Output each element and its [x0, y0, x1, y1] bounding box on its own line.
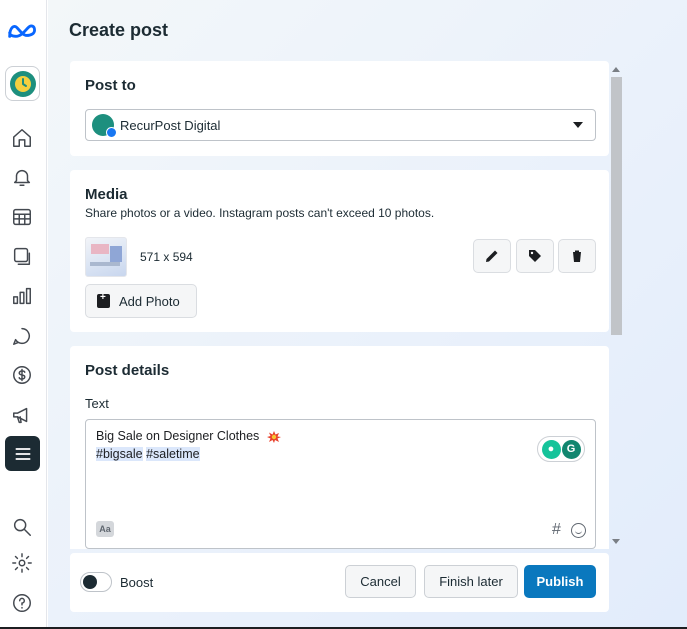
dollar-icon[interactable] [9, 362, 35, 388]
post-actions-footer: Boost Cancel Finish later Publish [70, 553, 609, 612]
grammarly-icon[interactable]: G [561, 439, 581, 459]
media-heading: Media [85, 186, 128, 203]
collision-emoji-icon [266, 430, 281, 443]
post-details-section: Post details Text Big Sale on Designer C… [70, 346, 609, 549]
lightbulb-icon[interactable]: ● [541, 439, 561, 459]
emoji-icon[interactable] [571, 523, 586, 538]
scroll-up-arrow-icon[interactable] [612, 67, 620, 72]
create-post-form[interactable]: Post to RecurPost Digital Media Share ph… [70, 61, 609, 549]
menu-icon [15, 447, 30, 460]
text-format-button[interactable]: Aa [96, 521, 114, 537]
bar-chart-icon[interactable] [9, 283, 35, 309]
add-photo-icon [97, 292, 110, 308]
gear-icon[interactable] [9, 550, 35, 576]
account-avatar-icon [92, 114, 117, 138]
media-thumbnail[interactable] [85, 237, 127, 277]
post-details-heading: Post details [85, 362, 170, 379]
add-photo-label: Add Photo [119, 293, 180, 309]
account-avatar[interactable] [5, 66, 40, 101]
meta-logo-icon[interactable] [7, 18, 39, 44]
post-to-section: Post to RecurPost Digital [70, 61, 609, 156]
add-photo-button[interactable]: Add Photo [85, 284, 197, 318]
chevron-down-icon [573, 122, 583, 128]
delete-media-button[interactable] [558, 239, 596, 273]
trash-icon [572, 250, 582, 262]
edit-media-button[interactable] [473, 239, 511, 273]
megaphone-icon[interactable] [9, 402, 35, 428]
form-scrollbar[interactable] [609, 64, 623, 550]
search-icon[interactable] [9, 514, 35, 540]
account-avatar-icon [9, 70, 36, 97]
media-section: Media Share photos or a video. Instagram… [70, 170, 609, 332]
hashtag: #bigsale [96, 447, 143, 461]
help-icon[interactable] [9, 590, 35, 616]
account-select[interactable]: RecurPost Digital [85, 109, 596, 141]
tag-media-button[interactable] [516, 239, 554, 273]
tag-icon [529, 250, 541, 262]
image-dimensions: 571 x 594 [140, 250, 193, 264]
left-navigation-rail [0, 0, 47, 629]
scroll-down-arrow-icon[interactable] [612, 539, 620, 544]
cancel-button[interactable]: Cancel [345, 565, 416, 598]
post-to-heading: Post to [85, 77, 136, 94]
chat-icon[interactable] [9, 323, 35, 349]
hashtag-button[interactable]: # [552, 521, 561, 539]
publish-button[interactable]: Publish [524, 565, 596, 598]
post-text-line-2: #bigsale #saletime [96, 447, 200, 461]
hashtag: #saletime [146, 447, 200, 461]
boost-toggle[interactable] [80, 572, 112, 592]
selected-account-name: RecurPost Digital [120, 117, 221, 133]
boost-label: Boost [120, 575, 154, 590]
media-subtitle: Share photos or a video. Instagram posts… [85, 206, 435, 220]
pencil-icon [486, 250, 498, 262]
post-text-content: Big Sale on Designer Clothes [96, 429, 260, 443]
text-field-label: Text [85, 396, 109, 411]
main-panel: Create post Post to RecurPost Digital Me… [48, 0, 687, 629]
home-icon[interactable] [9, 125, 35, 151]
scrollbar-thumb[interactable] [611, 77, 622, 335]
grammarly-widget[interactable]: ● G [537, 436, 585, 462]
menu-button[interactable] [5, 436, 40, 471]
bell-icon[interactable] [9, 164, 35, 190]
layers-icon[interactable] [9, 243, 35, 269]
post-text-line-1: Big Sale on Designer Clothes [96, 429, 281, 443]
page-title: Create post [69, 20, 169, 40]
grid-icon[interactable] [9, 204, 35, 230]
facebook-badge-icon [106, 127, 117, 138]
post-text-input[interactable]: Big Sale on Designer Clothes #bigsale #s… [85, 419, 596, 549]
finish-later-button[interactable]: Finish later [424, 565, 518, 598]
